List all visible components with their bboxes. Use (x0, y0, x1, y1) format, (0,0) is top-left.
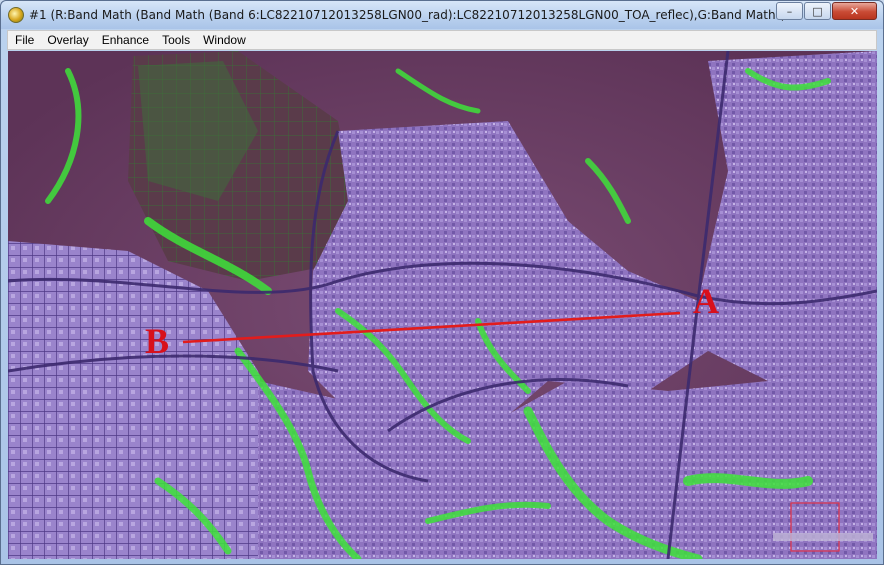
title-bar[interactable]: #1 (R:Band Math (Band Math (Band 6:LC822… (1, 1, 883, 29)
close-icon: ✕ (849, 4, 860, 18)
menu-window[interactable]: Window (196, 33, 252, 47)
menu-bar: File Overlay Enhance Tools Window (7, 30, 877, 50)
airport-runway (773, 533, 873, 541)
image-window: #1 (R:Band Math (Band Math (Band 6:LC822… (0, 0, 884, 565)
maximize-icon: □ (812, 4, 823, 18)
maximize-button[interactable]: □ (804, 2, 831, 20)
menu-tools[interactable]: Tools (155, 33, 196, 47)
envi-app-icon (8, 7, 24, 23)
menu-enhance[interactable]: Enhance (95, 33, 155, 47)
point-label-b: B (145, 321, 169, 361)
window-controls: – □ ✕ (775, 2, 877, 20)
window-title: #1 (R:Band Math (Band Math (Band 6:LC822… (29, 8, 789, 22)
point-label-a: A (693, 281, 719, 321)
satellite-image-display[interactable]: A B (8, 51, 877, 559)
satellite-image: A B (8, 51, 877, 559)
urban-area-east (698, 51, 877, 381)
menu-file[interactable]: File (8, 33, 40, 47)
close-button[interactable]: ✕ (832, 2, 877, 20)
menu-overlay[interactable]: Overlay (40, 33, 94, 47)
minimize-icon: – (786, 4, 793, 18)
minimize-button[interactable]: – (776, 2, 803, 20)
